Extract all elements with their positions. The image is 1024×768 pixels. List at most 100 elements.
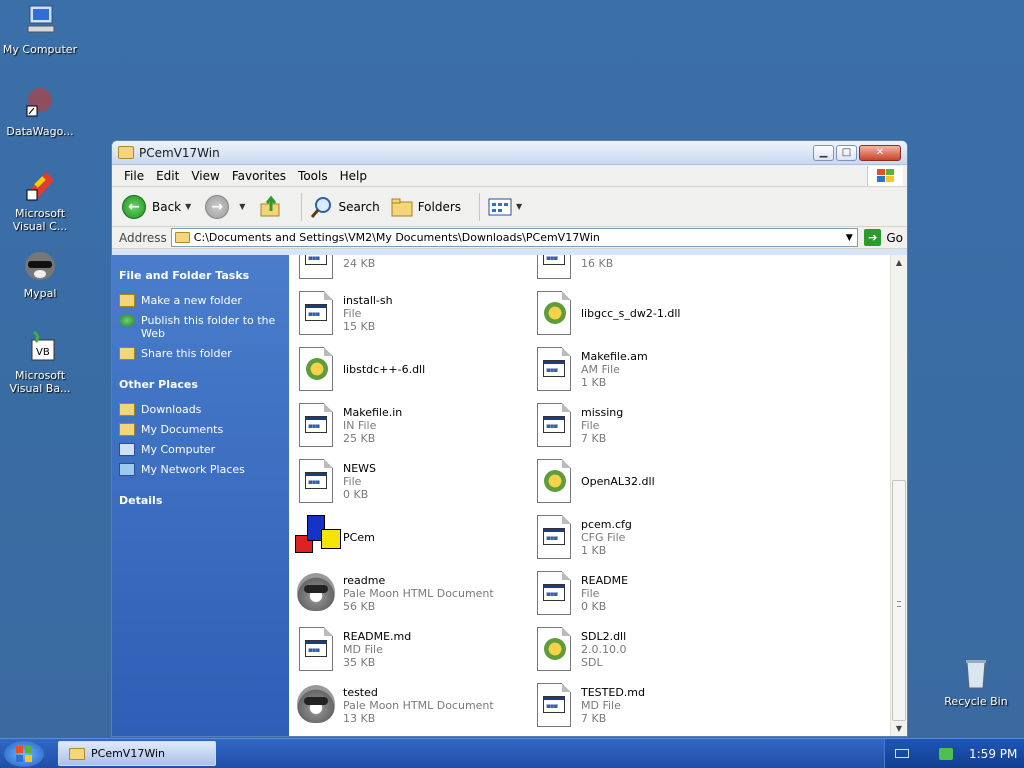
file-type: File bbox=[343, 474, 362, 488]
file-text: File16 KB bbox=[581, 255, 613, 270]
file-name: tested bbox=[343, 685, 378, 699]
toolbar-separator bbox=[301, 192, 303, 221]
clock[interactable]: 1:59 PM bbox=[969, 747, 1017, 761]
file-item[interactable]: File16 KB bbox=[533, 255, 763, 283]
menu-file[interactable]: File bbox=[118, 169, 150, 183]
go-button[interactable]: ➔ Go bbox=[864, 229, 903, 246]
desktop-icon-label: Microsoft Visual C... bbox=[12, 207, 68, 233]
file-item[interactable]: README.mdMD File35 KB bbox=[295, 623, 525, 675]
chevron-down-icon[interactable]: ▼ bbox=[516, 202, 522, 211]
file-item[interactable]: readme Pale Moon HTML Document 56 KB bbox=[295, 567, 525, 619]
close-button[interactable]: ✕ bbox=[859, 144, 901, 161]
file-type: Pale Moon HTML Document bbox=[343, 698, 494, 712]
file-text: Makefile.in IN File 25 KB bbox=[343, 406, 402, 445]
new-folder-icon bbox=[119, 294, 135, 307]
section-title[interactable]: File and Folder Tasks bbox=[119, 269, 282, 282]
dll-gear-icon bbox=[533, 625, 573, 673]
place-my-network-places[interactable]: My Network Places bbox=[119, 463, 282, 476]
menu-help[interactable]: Help bbox=[334, 169, 373, 183]
go-arrow-icon: ➔ bbox=[864, 229, 882, 246]
file-item[interactable]: OpenAL32.dll bbox=[533, 455, 763, 507]
file-item[interactable]: Makefile.inIN File25 KB bbox=[295, 399, 525, 451]
task-make-new-folder[interactable]: Make a new folder bbox=[119, 294, 282, 307]
file-icon bbox=[295, 401, 335, 449]
vertical-scrollbar[interactable]: ▲ ▼ bbox=[890, 255, 907, 736]
place-downloads[interactable]: Downloads bbox=[119, 403, 282, 416]
file-item[interactable]: tested Pale Moon HTML Document 13 KB bbox=[295, 679, 525, 731]
desktop-icon-datawagon[interactable]: DataWago... bbox=[0, 86, 80, 138]
title-bar[interactable]: PCemV17Win ▁ □ ✕ bbox=[112, 141, 907, 165]
network-icon[interactable] bbox=[939, 747, 953, 760]
chevron-down-icon[interactable]: ▼ bbox=[841, 229, 857, 246]
desktop-icon-label: Mypal bbox=[23, 287, 57, 300]
file-item[interactable]: pcem.cfgCFG File1 KB bbox=[533, 511, 763, 563]
address-path: C:\Documents and Settings\VM2\My Documen… bbox=[193, 231, 600, 244]
folders-button[interactable]: Folders bbox=[390, 196, 461, 218]
desktop-icon-my-computer[interactable]: My Computer bbox=[0, 4, 80, 56]
forward-button[interactable]: → ▼ bbox=[205, 194, 249, 219]
file-item[interactable]: File24 KB bbox=[295, 255, 525, 283]
file-item[interactable]: libstdc++-6.dll bbox=[295, 343, 525, 395]
scrollbar-thumb[interactable] bbox=[892, 480, 906, 721]
other-places: Other Places Downloads My Documents My C… bbox=[119, 378, 282, 476]
scroll-down-arrow[interactable]: ▼ bbox=[891, 721, 907, 736]
up-folder-icon bbox=[260, 195, 280, 216]
place-label: My Documents bbox=[141, 423, 224, 436]
my-documents-icon bbox=[119, 423, 135, 436]
file-item[interactable]: missingFile7 KB bbox=[533, 399, 763, 451]
file-item[interactable]: READMEFile0 KB bbox=[533, 567, 763, 619]
menu-edit[interactable]: Edit bbox=[150, 169, 185, 183]
back-button[interactable]: ← Back ▼ bbox=[122, 194, 195, 219]
back-label: Back bbox=[152, 199, 182, 214]
section-title[interactable]: Other Places bbox=[119, 378, 282, 391]
task-label: Publish this folder to the Web bbox=[141, 314, 276, 340]
file-icon bbox=[533, 681, 573, 729]
desktop-icon-recycle-bin[interactable]: Recycle Bin bbox=[936, 656, 1016, 708]
file-item[interactable]: NEWSFile0 KB bbox=[295, 455, 525, 507]
windows-orb-icon bbox=[16, 746, 32, 762]
menu-favorites[interactable]: Favorites bbox=[226, 169, 292, 183]
desktop-icon-visual-basic[interactable]: VB Microsoft Visual Ba... bbox=[0, 330, 80, 395]
file-name: README.md bbox=[343, 629, 412, 643]
views-button[interactable]: ▼ bbox=[488, 197, 526, 217]
chevron-down-icon[interactable]: ▼ bbox=[185, 202, 191, 211]
file-item[interactable]: PCem bbox=[295, 511, 525, 563]
place-my-computer[interactable]: My Computer bbox=[119, 443, 282, 456]
details: Details bbox=[119, 494, 282, 507]
search-button[interactable]: Search bbox=[310, 195, 380, 219]
file-text: missing File 7 KB bbox=[581, 406, 623, 445]
keyboard-icon[interactable] bbox=[895, 749, 909, 758]
taskbar-button-label: PCemV17Win bbox=[91, 747, 165, 760]
address-input[interactable]: C:\Documents and Settings\VM2\My Documen… bbox=[170, 228, 859, 247]
section-title[interactable]: Details bbox=[119, 494, 282, 507]
task-share-folder[interactable]: Share this folder bbox=[119, 347, 282, 360]
scroll-up-arrow[interactable]: ▲ bbox=[891, 255, 907, 270]
file-type: Pale Moon HTML Document bbox=[343, 586, 494, 600]
maximize-button[interactable]: □ bbox=[836, 144, 857, 161]
desktop-icon-visual-c[interactable]: Microsoft Visual C... bbox=[0, 168, 80, 233]
menu-view[interactable]: View bbox=[185, 169, 225, 183]
pale-moon-raccoon-icon bbox=[295, 681, 335, 729]
start-button[interactable] bbox=[4, 741, 44, 767]
place-my-documents[interactable]: My Documents bbox=[119, 423, 282, 436]
up-folder-button[interactable] bbox=[259, 195, 283, 219]
system-tray: 1:59 PM bbox=[884, 739, 1024, 768]
dll-gear-icon bbox=[533, 289, 573, 337]
file-item[interactable]: install-shFile15 KB bbox=[295, 287, 525, 339]
file-size: 25 KB bbox=[343, 431, 376, 445]
file-name: readme bbox=[343, 573, 386, 587]
toolbar: ← Back ▼ → ▼ Search Folders ▼ bbox=[112, 187, 907, 227]
folders-label: Folders bbox=[417, 199, 462, 214]
file-size: 15 KB bbox=[343, 319, 376, 333]
menu-tools[interactable]: Tools bbox=[292, 169, 334, 183]
file-item[interactable]: SDL2.dll 2.0.10.0 SDL bbox=[533, 623, 763, 675]
taskbar-button-pcemv17win[interactable]: PCemV17Win bbox=[58, 741, 216, 766]
chevron-down-icon[interactable]: ▼ bbox=[239, 202, 245, 211]
minimize-button[interactable]: ▁ bbox=[813, 144, 834, 161]
file-text: NEWS File 0 KB bbox=[343, 462, 376, 501]
file-item[interactable]: Makefile.amAM File1 KB bbox=[533, 343, 763, 395]
task-publish-web[interactable]: Publish this folder to the Web bbox=[119, 314, 282, 340]
file-item[interactable]: libgcc_s_dw2-1.dll bbox=[533, 287, 763, 339]
desktop-icon-mypal[interactable]: Mypal bbox=[0, 248, 80, 300]
file-item[interactable]: TESTED.mdMD File7 KB bbox=[533, 679, 763, 731]
